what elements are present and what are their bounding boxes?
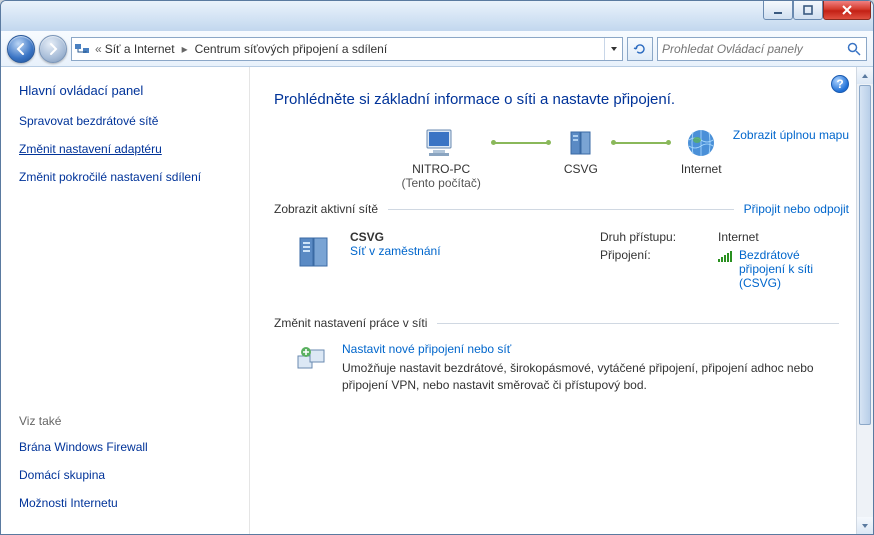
sidebar-item-internet-options[interactable]: Možnosti Internetu xyxy=(19,496,249,510)
address-dropdown[interactable] xyxy=(604,38,622,60)
close-button[interactable] xyxy=(823,0,871,20)
scroll-down-button[interactable] xyxy=(857,517,873,534)
maximize-button[interactable] xyxy=(793,0,823,20)
search-icon xyxy=(846,41,862,57)
address-bar[interactable]: « Síť a Internet ▸ Centrum síťových přip… xyxy=(71,37,623,61)
search-box[interactable] xyxy=(657,37,867,61)
sidebar-item-homegroup[interactable]: Domácí skupina xyxy=(19,468,249,482)
breadcrumb-chevron-icon: ▸ xyxy=(179,42,191,56)
access-type-value: Internet xyxy=(718,230,759,244)
new-connection-icon xyxy=(294,342,328,376)
server-icon xyxy=(561,126,601,160)
scroll-thumb[interactable] xyxy=(859,85,871,425)
access-type-label: Druh přístupu: xyxy=(600,230,694,244)
scroll-up-button[interactable] xyxy=(857,67,873,84)
connection-link[interactable]: Bezdrátové připojení k síti (CSVG) xyxy=(718,248,849,290)
active-network-block: CSVG Síť v zaměstnání Druh přístupu: Int… xyxy=(274,222,849,310)
help-icon[interactable]: ? xyxy=(831,75,849,93)
sidebar-item-adapter-settings[interactable]: Změnit nastavení adaptéru xyxy=(19,142,249,156)
forward-button[interactable] xyxy=(39,35,67,63)
wifi-signal-icon xyxy=(718,251,732,262)
body: Hlavní ovládací panel Spravovat bezdráto… xyxy=(1,67,873,534)
sidebar-heading[interactable]: Hlavní ovládací panel xyxy=(19,83,249,98)
network-type-link[interactable]: Síť v zaměstnání xyxy=(350,244,441,258)
breadcrumb-segment[interactable]: Síť a Internet xyxy=(105,42,175,56)
toolbar: « Síť a Internet ▸ Centrum síťových přip… xyxy=(1,31,873,67)
scrollbar[interactable] xyxy=(856,67,873,534)
active-networks-header: Zobrazit aktivní sítě Připojit nebo odpo… xyxy=(274,202,849,216)
back-button[interactable] xyxy=(7,35,35,63)
network-map: Zobrazit úplnou mapu NITRO-PC (Tento poč… xyxy=(274,126,849,190)
sidebar-item-manage-wireless[interactable]: Spravovat bezdrátové sítě xyxy=(19,114,249,128)
globe-icon xyxy=(681,126,721,160)
connection-label: Připojení: xyxy=(600,248,694,290)
network-name: CSVG xyxy=(350,230,441,244)
sidebar: Hlavní ovládací panel Spravovat bezdráto… xyxy=(1,67,249,534)
node-this-pc[interactable]: NITRO-PC (Tento počítač) xyxy=(401,126,480,190)
breadcrumb-segment[interactable]: Centrum síťových připojení a sdílení xyxy=(195,42,388,56)
page-title: Prohlédněte si základní informace o síti… xyxy=(274,91,849,108)
sidebar-item-firewall[interactable]: Brána Windows Firewall xyxy=(19,440,249,454)
node-internet[interactable]: Internet xyxy=(681,126,722,176)
task-link[interactable]: Nastavit nové připojení nebo síť xyxy=(342,342,849,356)
control-panel-window: « Síť a Internet ▸ Centrum síťových přip… xyxy=(0,0,874,535)
change-settings-header: Změnit nastavení práce v síti xyxy=(274,316,849,330)
task-description: Umožňuje nastavit bezdrátové, širokopásm… xyxy=(342,360,849,394)
refresh-button[interactable] xyxy=(627,37,653,61)
network-center-icon xyxy=(72,41,92,57)
main-content: ? Prohlédněte si základní informace o sí… xyxy=(249,67,873,534)
search-input[interactable] xyxy=(662,42,846,56)
work-network-icon xyxy=(294,230,336,272)
computer-icon xyxy=(421,126,461,160)
breadcrumb-chevron-icon: « xyxy=(92,42,105,56)
minimize-button[interactable] xyxy=(763,0,793,20)
connect-disconnect-link[interactable]: Připojit nebo odpojit xyxy=(744,202,849,216)
link-line xyxy=(493,142,549,144)
full-map-link[interactable]: Zobrazit úplnou mapu xyxy=(733,128,849,142)
titlebar xyxy=(1,1,873,31)
task-new-connection[interactable]: Nastavit nové připojení nebo síť Umožňuj… xyxy=(274,336,849,404)
sidebar-item-advanced-sharing[interactable]: Změnit pokročilé nastavení sdílení xyxy=(19,170,214,184)
node-gateway[interactable]: CSVG xyxy=(561,126,601,176)
link-line xyxy=(613,142,669,144)
see-also-heading: Viz také xyxy=(19,414,249,428)
